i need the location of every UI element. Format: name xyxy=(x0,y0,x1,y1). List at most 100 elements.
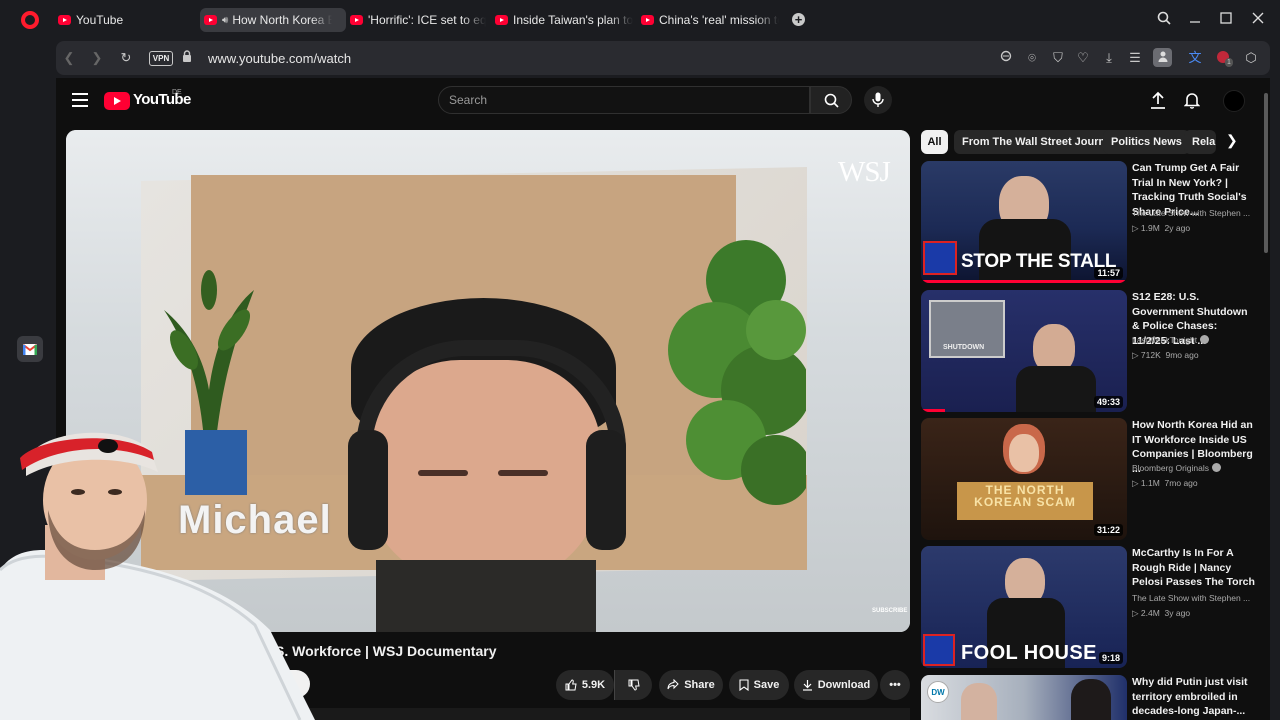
channel-name-text: Bloomberg Originals xyxy=(1132,463,1210,473)
plant-right xyxy=(668,240,806,505)
hamburger-menu-icon[interactable] xyxy=(72,93,88,107)
profile-icon[interactable] xyxy=(1153,48,1172,67)
headphone-left xyxy=(348,430,388,550)
microphone-icon[interactable] xyxy=(864,86,892,114)
search-button[interactable] xyxy=(810,86,852,114)
extension-icon[interactable]: 1 xyxy=(1216,50,1233,67)
url-text[interactable]: www.youtube.com/watch xyxy=(208,51,351,66)
youtube-wordmark[interactable]: YouTube xyxy=(133,91,191,108)
search-input[interactable] xyxy=(439,87,809,113)
tab-label: How North Korea Built xyxy=(232,13,333,27)
camera-icon[interactable]: ⌾ xyxy=(1024,50,1040,66)
download-icon[interactable]: ⤓ xyxy=(1101,50,1117,66)
tab-ice[interactable]: 'Horrific': ICE set to equip xyxy=(350,8,490,32)
tab-youtube[interactable]: YouTube xyxy=(58,8,198,32)
channel-name[interactable]: LastWeekTonight xyxy=(1132,335,1256,345)
tab-north-korea[interactable]: 🔊︎ How North Korea Built xyxy=(200,8,346,32)
thumbnail-caption: SHUTDOWN xyxy=(943,344,985,351)
opera-menu-icon[interactable] xyxy=(21,11,39,29)
recommendation-item[interactable]: DW Why did Putin just visit territory em… xyxy=(921,675,1266,720)
recommendation-title[interactable]: McCarthy Is In For A Rough Ride | Nancy … xyxy=(1132,546,1256,590)
vpn-badge[interactable]: VPN xyxy=(149,51,173,66)
download-button[interactable]: Download xyxy=(794,670,878,700)
thumbs-down-icon xyxy=(628,679,640,691)
dislike-button[interactable] xyxy=(614,670,652,700)
video-thumbnail[interactable]: SHUTDOWN 49:33 xyxy=(921,290,1127,412)
new-tab-button[interactable]: + xyxy=(792,13,805,26)
thumbnail-caption: FOOL HOUSE xyxy=(961,642,1097,664)
extensions-cube-icon[interactable]: ⬡ xyxy=(1243,50,1259,66)
shield-icon[interactable]: ⛉ xyxy=(1050,50,1066,66)
recommendation-title[interactable]: Why did Putin just visit territory embro… xyxy=(1132,675,1256,719)
tab-label: YouTube xyxy=(76,13,124,27)
video-thumbnail[interactable]: THE NORTH KOREAN SCAM 31:22 xyxy=(921,418,1127,540)
chip-all[interactable]: All xyxy=(921,130,948,154)
chip-politics[interactable]: Politics News xyxy=(1103,130,1190,154)
thumbnail-caption: STOP THE STALL xyxy=(961,251,1117,272)
heart-icon[interactable]: ♡ xyxy=(1075,50,1091,66)
dw-logo: DW xyxy=(927,681,949,703)
video-thumbnail[interactable]: DW xyxy=(921,675,1127,720)
channel-name[interactable]: The Late Show with Stephen ... xyxy=(1132,593,1256,603)
extension-badge: 1 xyxy=(1225,58,1233,67)
back-icon[interactable]: ❮ xyxy=(61,50,77,66)
reload-icon[interactable]: ↻ xyxy=(118,50,134,66)
save-label: Save xyxy=(753,679,780,691)
late-show-logo xyxy=(923,634,955,666)
person-face xyxy=(1009,434,1039,472)
tab-china[interactable]: China's 'real' mission to sa xyxy=(641,8,781,32)
upload-age: 3y ago xyxy=(1164,608,1191,618)
minimize-icon[interactable] xyxy=(1186,11,1204,29)
recommendation-item[interactable]: SHUTDOWN 49:33 S12 E28: U.S. Government … xyxy=(921,290,1266,412)
more-actions-icon[interactable]: ••• xyxy=(880,670,910,700)
chip-related[interactable]: Rela xyxy=(1184,130,1216,154)
recommendation-item[interactable]: FOOL HOUSE 9:18 McCarthy Is In For A Rou… xyxy=(921,546,1266,668)
channel-name[interactable]: Bloomberg Originals xyxy=(1132,463,1256,473)
download-label: Download xyxy=(817,679,871,691)
person-hair xyxy=(1071,679,1111,720)
chip-wsj[interactable]: From The Wall Street Journal xyxy=(954,130,1123,154)
share-button[interactable]: Share xyxy=(659,670,723,700)
share-icon xyxy=(667,679,679,690)
wsj-watermark: WSJ xyxy=(838,156,891,188)
view-count: 712K xyxy=(1140,350,1161,360)
save-button[interactable]: Save xyxy=(729,670,789,700)
like-button[interactable]: 5.9K xyxy=(556,670,614,700)
youtube-favicon-icon xyxy=(204,15,217,25)
gmail-icon[interactable] xyxy=(17,336,43,362)
recommendation-item[interactable]: THE NORTH KOREAN SCAM 31:22 How North Ko… xyxy=(921,418,1266,540)
youtube-logo-icon[interactable] xyxy=(104,92,130,110)
person-face xyxy=(961,683,997,720)
speaker-icon[interactable]: 🔊︎ xyxy=(222,15,228,26)
close-window-icon[interactable] xyxy=(1249,11,1267,29)
video-thumbnail[interactable]: FOOL HOUSE 9:18 xyxy=(921,546,1127,668)
youtube-favicon-icon xyxy=(495,15,508,25)
youtube-favicon-icon xyxy=(350,15,363,25)
forward-icon[interactable]: ❯ xyxy=(89,50,105,66)
chevron-right-icon[interactable]: ❯ xyxy=(1226,132,1238,149)
notifications-bell-icon[interactable] xyxy=(1183,91,1202,109)
host-suit xyxy=(1016,366,1096,412)
video-duration: 49:33 xyxy=(1093,396,1123,408)
tab-search-icon[interactable] xyxy=(1155,11,1173,29)
upload-icon[interactable] xyxy=(1150,91,1168,109)
channel-name[interactable]: The Late Show with Stephen ... xyxy=(1132,208,1256,218)
like-count: 5.9K xyxy=(581,679,606,691)
search-in-page-icon[interactable] xyxy=(998,50,1014,66)
translate-icon[interactable]: 文 xyxy=(1187,50,1203,66)
upload-age: 7mo ago xyxy=(1164,478,1198,488)
maximize-icon[interactable] xyxy=(1217,11,1235,29)
recommendation-item[interactable]: STOP THE STALL 11:57 Can Trump Get A Fai… xyxy=(921,161,1266,283)
lock-icon[interactable] xyxy=(179,50,195,66)
easy-setup-icon[interactable]: ☰ xyxy=(1127,50,1143,66)
video-duration: 9:18 xyxy=(1098,652,1123,664)
tab-taiwan[interactable]: Inside Taiwan's plan to def xyxy=(495,8,637,32)
upload-age: 9mo ago xyxy=(1165,350,1199,360)
late-show-logo xyxy=(923,241,957,275)
search-field[interactable] xyxy=(438,86,810,114)
video-thumbnail[interactable]: STOP THE STALL 11:57 xyxy=(921,161,1127,283)
video-meta: ▷ 2.4M 3y ago xyxy=(1132,608,1191,618)
account-avatar[interactable] xyxy=(1223,90,1245,112)
video-meta: ▷ 1.9M 2y ago xyxy=(1132,223,1191,233)
subscribe-watermark[interactable]: SUBSCRIBE xyxy=(872,608,907,614)
